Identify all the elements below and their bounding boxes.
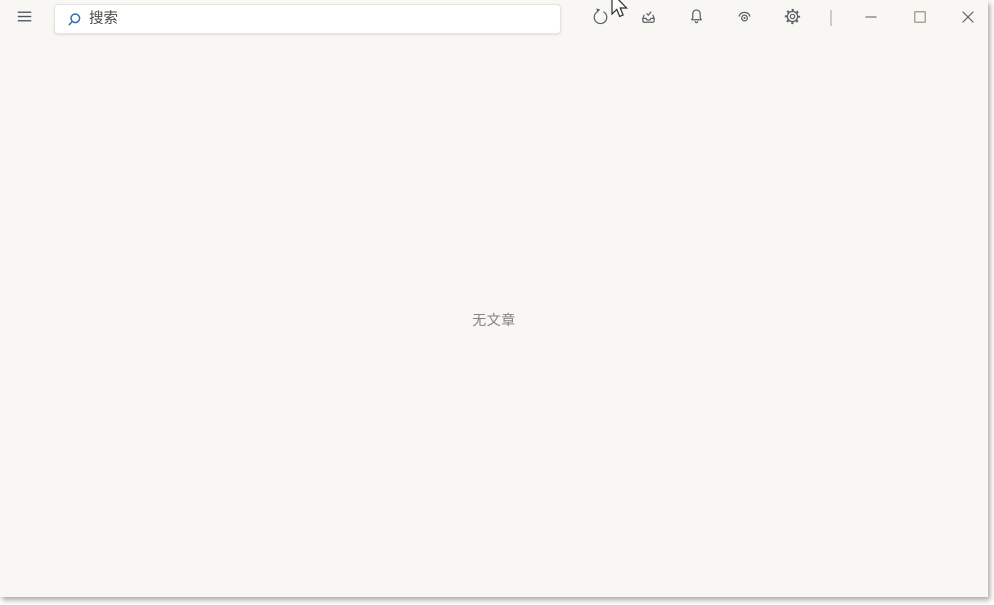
app-window: 无文章 <box>0 0 988 597</box>
notifications-button[interactable] <box>676 0 716 36</box>
mark-all-read-button[interactable] <box>628 0 668 36</box>
minimize-icon <box>861 7 881 30</box>
gear-icon <box>783 7 802 29</box>
maximize-icon <box>910 7 930 30</box>
toolbar-divider <box>830 10 832 26</box>
inbox-check-icon <box>639 7 658 29</box>
search-input[interactable] <box>55 5 560 33</box>
close-icon <box>958 7 978 30</box>
search-box <box>54 4 561 34</box>
hamburger-icon <box>15 7 34 29</box>
refresh-icon <box>591 7 610 29</box>
menu-button[interactable] <box>6 0 42 36</box>
close-button[interactable] <box>948 0 988 36</box>
minimize-button[interactable] <box>851 0 891 36</box>
empty-state-label: 无文章 <box>0 310 988 330</box>
top-toolbar <box>0 0 988 37</box>
bell-icon <box>687 7 706 29</box>
read-filter-button[interactable] <box>724 0 764 36</box>
refresh-button[interactable] <box>580 0 620 36</box>
eye-icon <box>735 7 754 29</box>
settings-button[interactable] <box>772 0 812 36</box>
maximize-button[interactable] <box>900 0 940 36</box>
